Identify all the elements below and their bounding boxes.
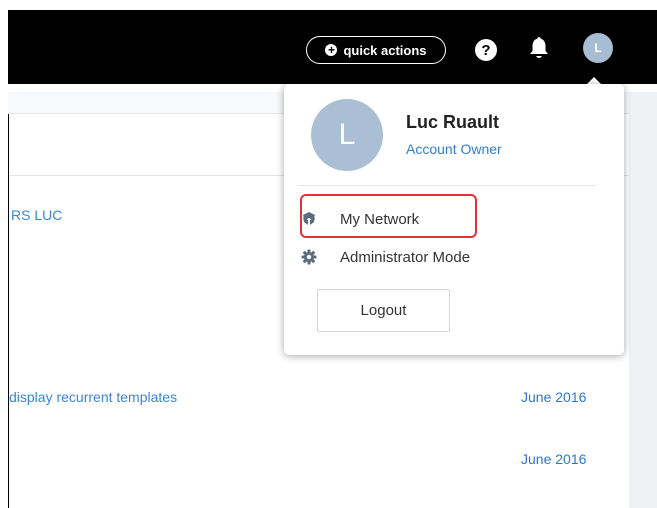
list-item-link[interactable]: display recurrent templates [9,389,177,405]
plus-icon: + [325,44,338,56]
gear-icon [300,248,318,266]
profile-avatar: L [311,99,383,171]
menu-item-label: Administrator Mode [340,248,471,266]
list-item-link[interactable]: RS LUC [11,207,62,223]
highlight-annotation [300,194,477,238]
right-gutter [629,92,657,508]
user-name: Luc Ruault [406,112,499,132]
logout-button[interactable]: Logout [317,289,450,332]
list-item-date: June 2016 [521,451,587,467]
help-icon[interactable]: ? [474,38,498,62]
svg-text:?: ? [481,42,490,59]
avatar-initial: L [594,41,602,55]
profile-avatar-initial: L [338,118,356,151]
bell-icon[interactable] [528,35,550,61]
menu-item-administrator-mode[interactable]: Administrator Mode [300,241,600,273]
list-item-date: June 2016 [521,389,587,405]
quick-actions-button[interactable]: + quick actions [306,36,446,64]
user-avatar-button[interactable]: L [583,33,613,63]
menu-divider [298,185,596,186]
quick-actions-label: quick actions [343,42,427,58]
user-role: Account Owner [406,141,502,157]
